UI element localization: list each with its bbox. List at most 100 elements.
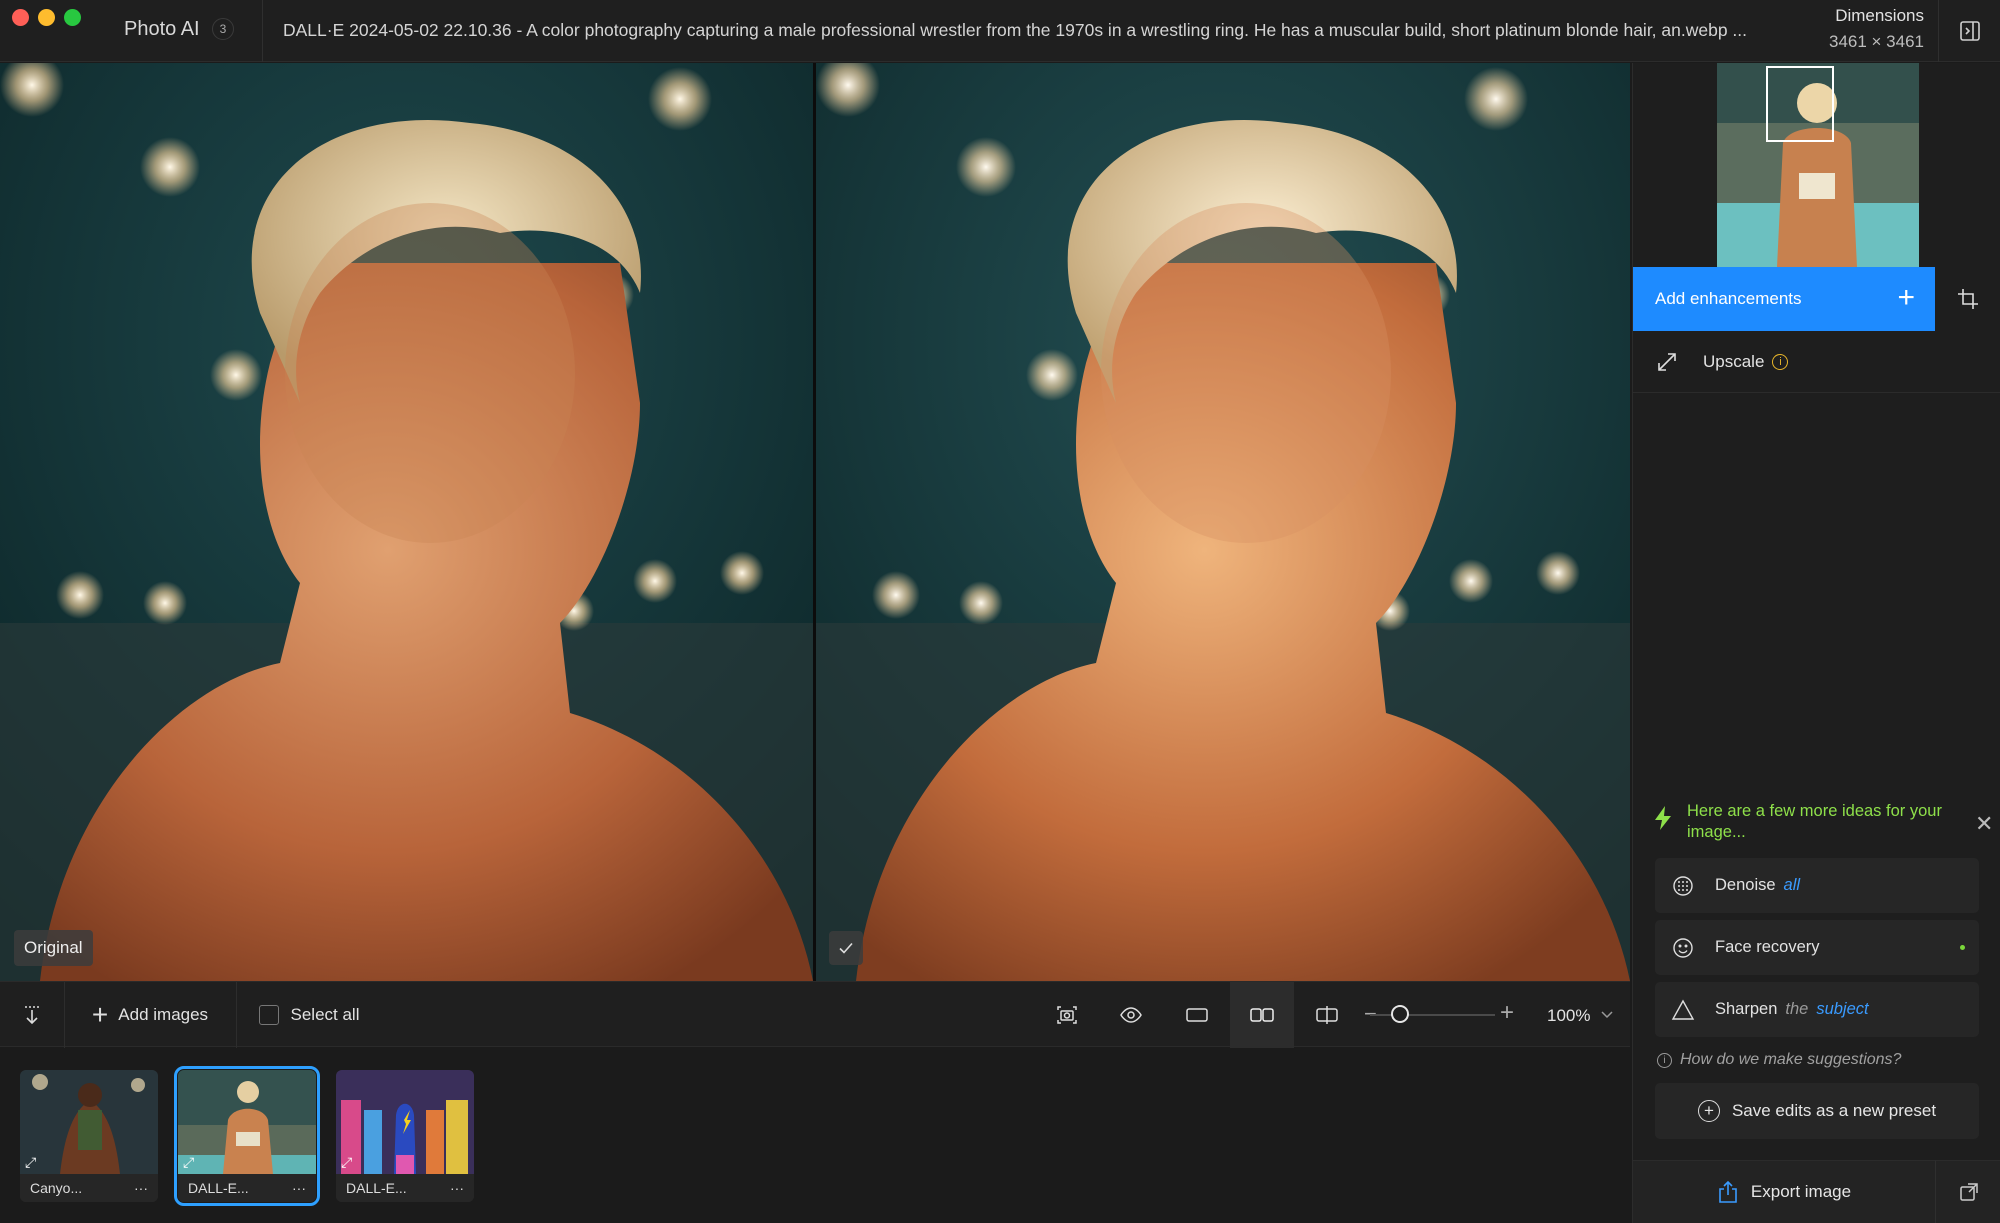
dimensions-label: Dimensions	[1835, 6, 1924, 25]
more-options-icon[interactable]: ···	[134, 1180, 148, 1196]
sharpen-label: Sharpen	[1715, 1000, 1778, 1018]
enhanced-check-badge	[829, 931, 863, 965]
toggle-panel-button[interactable]	[1938, 0, 2000, 62]
sidebar-toggle-icon	[1959, 21, 1980, 41]
thumbnail-label: Canyo...	[30, 1180, 83, 1196]
image-count-badge: 3	[212, 18, 234, 40]
upscale-label: Upscale	[1703, 351, 1765, 371]
denoise-suggestion[interactable]: Denoise all	[1655, 858, 1979, 913]
original-label: Original	[14, 930, 93, 966]
enhanced-image	[816, 63, 1630, 981]
filmstrip: ⤢ Canyo... ··· ⤢ DALL-E... ··· ⤢ DALL-E...…	[0, 1048, 1630, 1223]
viewport-indicator[interactable]	[1766, 66, 1834, 142]
zoom-slider-handle[interactable]	[1391, 1005, 1409, 1023]
split-view-button[interactable]	[1302, 982, 1352, 1048]
face-recovery-label: Face recovery	[1715, 938, 1820, 956]
denoise-icon	[1671, 874, 1695, 898]
select-all-checkbox[interactable]: Select all	[236, 982, 382, 1048]
expand-icon: ⤢	[183, 1154, 195, 1170]
eye-icon	[1120, 1007, 1142, 1023]
triangle-icon	[1671, 998, 1695, 1022]
split-view-icon	[1316, 1006, 1338, 1024]
ideas-heading: Here are a few more ideas for your image…	[1687, 802, 1942, 841]
sharpen-connector: the	[1785, 1000, 1809, 1018]
export-settings-icon	[1959, 1183, 1978, 1201]
thumbnail-caption: Canyo... ···	[20, 1174, 158, 1202]
dimensions-value: 3461 × 3461	[1828, 32, 1924, 51]
add-images-button[interactable]: + Add images	[64, 982, 236, 1048]
face-recovery-suggestion[interactable]: Face recovery	[1655, 920, 1979, 975]
close-window-button[interactable]	[12, 9, 29, 26]
checkbox-box	[258, 1005, 279, 1025]
how-suggestions-label: How do we make suggestions?	[1680, 1051, 1902, 1068]
filmstrip-item-selected[interactable]: ⤢ DALL-E... ···	[174, 1066, 320, 1206]
plus-icon: +	[91, 999, 109, 1030]
upscale-row[interactable]: Upscale i	[1633, 331, 2000, 393]
plus-icon: +	[1897, 281, 1915, 314]
share-icon	[1719, 1180, 1737, 1203]
zoom-slider-track[interactable]	[1370, 1014, 1495, 1016]
zoom-level-value[interactable]: 100%	[1547, 1006, 1590, 1026]
more-options-icon[interactable]: ···	[450, 1180, 464, 1196]
export-image-label: Export image	[1750, 1182, 1852, 1201]
viewer-toolbar: + Add images Select all − + 100%	[0, 981, 1630, 1048]
expand-icon: ⤢	[25, 1154, 37, 1170]
zoom-in-icon[interactable]: +	[1500, 999, 1514, 1027]
title-bar: Photo AI 3 DALL·E 2024-05-02 22.10.36 - …	[0, 0, 2000, 62]
navigator-preview[interactable]	[1717, 63, 1919, 267]
app-name: Photo AI	[124, 18, 200, 40]
export-image-button[interactable]: Export image	[1633, 1160, 1935, 1223]
more-options-icon[interactable]: ···	[292, 1180, 306, 1196]
sharpen-suggestion[interactable]: Sharpen the subject	[1655, 982, 1979, 1037]
import-button[interactable]	[0, 982, 64, 1048]
save-preset-label: Save edits as a new preset	[1731, 1101, 1937, 1120]
camera-scan-icon	[1057, 1006, 1077, 1024]
how-suggestions-link[interactable]: i How do we make suggestions?	[1657, 1051, 1901, 1069]
side-by-side-icon	[1250, 1008, 1274, 1022]
crop-button[interactable]	[1935, 267, 2000, 331]
zoom-window-button[interactable]	[64, 9, 81, 26]
status-dot	[1960, 945, 1965, 950]
chevron-down-icon[interactable]	[1600, 1010, 1614, 1020]
add-enhancements-label: Add enhancements	[1655, 289, 1802, 308]
preview-toggle-button[interactable]	[1106, 982, 1156, 1048]
select-all-label: Select all	[290, 1005, 360, 1024]
thumbnail-caption: DALL-E... ···	[336, 1174, 474, 1202]
thumbnail-label: DALL-E...	[188, 1180, 249, 1196]
side-by-side-view-button[interactable]	[1230, 982, 1294, 1048]
snapshot-button[interactable]	[1042, 982, 1092, 1048]
filmstrip-item[interactable]: ⤢ DALL-E... ···	[336, 1070, 474, 1202]
plus-circle-icon: +	[1697, 1100, 1720, 1122]
thumbnail-image	[178, 1070, 316, 1174]
filmstrip-item[interactable]: ⤢ Canyo... ···	[20, 1070, 158, 1202]
add-images-label: Add images	[118, 1005, 209, 1024]
save-preset-button[interactable]: + Save edits as a new preset	[1655, 1083, 1979, 1139]
image-viewer[interactable]: Original	[0, 63, 1630, 981]
minimize-window-button[interactable]	[38, 9, 55, 26]
checkmark-icon	[839, 942, 853, 954]
sharpen-target[interactable]: subject	[1816, 1000, 1868, 1019]
expand-icon: ⤢	[341, 1154, 353, 1170]
title-divider	[262, 0, 263, 62]
face-icon	[1671, 936, 1695, 960]
close-ideas-icon[interactable]: ✕	[1975, 811, 1993, 837]
info-icon[interactable]: i	[1772, 353, 1789, 370]
photo-ai-window: Photo AI 3 DALL·E 2024-05-02 22.10.36 - …	[0, 0, 2000, 1223]
single-view-icon	[1186, 1008, 1208, 1022]
download-arrow-icon	[25, 1006, 39, 1025]
denoise-scope: all	[1783, 876, 1801, 894]
info-icon: i	[1657, 1052, 1672, 1068]
file-title: DALL·E 2024-05-02 22.10.36 - A color pho…	[283, 20, 1748, 40]
resize-arrows-icon	[1658, 352, 1676, 371]
single-view-button[interactable]	[1172, 982, 1222, 1048]
export-settings-button[interactable]	[1935, 1160, 2000, 1223]
add-enhancements-button[interactable]: Add enhancements +	[1633, 267, 1935, 331]
thumbnail-caption: DALL-E... ···	[178, 1174, 316, 1202]
original-image	[0, 63, 813, 981]
crop-icon	[1958, 289, 1978, 309]
thumbnail-label: DALL-E...	[346, 1180, 407, 1196]
thumbnail-image	[336, 1070, 474, 1174]
denoise-label: Denoise	[1715, 876, 1776, 894]
thumbnail-image	[20, 1070, 158, 1174]
enhancements-sidebar: Add enhancements + Upscale i Here are a …	[1632, 63, 2000, 1223]
